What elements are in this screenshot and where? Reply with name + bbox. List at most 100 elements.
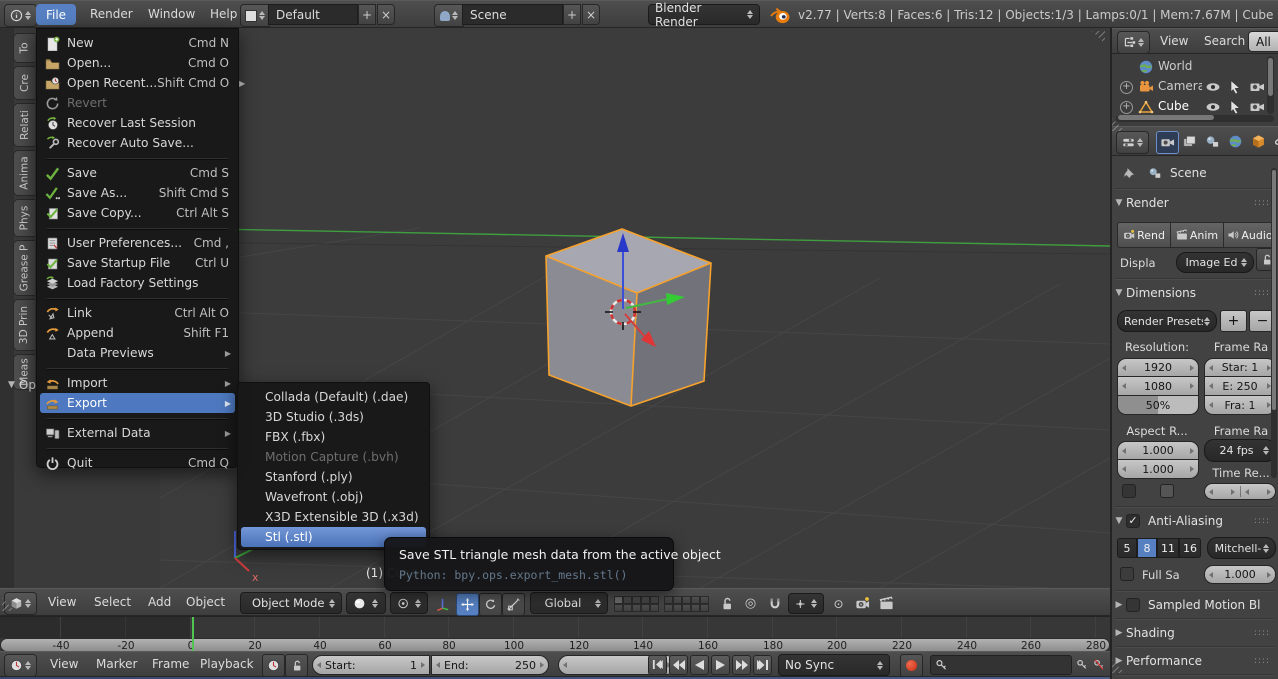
samples-5-button[interactable]: 5 [1117,538,1137,558]
editor-type-selector[interactable] [4,592,37,615]
samples-11-button[interactable]: 11 [1157,538,1179,558]
rotate-manipulator-button[interactable] [479,593,502,616]
properties-vscrollbar[interactable] [1271,168,1277,478]
manipulator-axis-icon[interactable] [432,593,453,614]
tab-relations[interactable]: Relati [13,103,35,147]
menu-help[interactable]: Help [210,7,237,21]
play-reverse-button[interactable] [690,655,709,675]
menu-item-open-recent[interactable]: Open Recent...Shift Cmd O▶ [40,73,235,93]
operator-panel-header[interactable]: ▼Op [8,378,36,392]
editor-type-selector[interactable] [4,654,37,677]
lock-time-button[interactable] [285,654,308,677]
menu-item-new[interactable]: NewCmd N [40,33,235,53]
close-scene-button[interactable]: × [582,4,600,25]
expand-icon[interactable]: + [1120,101,1133,114]
aspect-y-field[interactable]: 1.000 [1117,460,1199,479]
render-layers-tab-icon[interactable] [1179,131,1200,152]
menu-window[interactable]: Window [148,7,195,21]
scene-tab-icon[interactable] [1202,131,1223,152]
keying-set-field[interactable] [930,655,1072,675]
auto-keyframe-record-button[interactable] [900,654,923,677]
menu-frame[interactable]: Frame [152,657,189,671]
prev-keyframe-button[interactable] [669,655,688,675]
menu-item-append[interactable]: AppendShift F1 [40,323,235,343]
submenu-item-ply[interactable]: Stanford (.ply) [241,467,426,487]
menu-marker[interactable]: Marker [96,657,137,671]
renderable-camera-icon[interactable] [1249,99,1265,115]
tab-3d-printing[interactable]: 3D Prin [13,299,35,351]
menu-item-quit[interactable]: QuitCmd Q [40,453,235,473]
insert-keyframe-button[interactable] [1074,655,1090,675]
menu-item-revert[interactable]: Revert [40,93,235,113]
add-scene-button[interactable]: + [563,4,581,25]
tab-tools[interactable]: To [13,33,35,63]
resolution-y-field[interactable]: 1080 [1117,377,1199,396]
outliner-row-world[interactable]: World [1112,57,1278,77]
crop-checkbox[interactable] [1160,484,1174,498]
viewport-shading-select[interactable] [346,592,386,614]
expand-icon[interactable]: + [1120,81,1133,94]
editor-type-selector[interactable] [1116,131,1149,154]
visibility-eye-icon[interactable] [1205,79,1221,95]
time-icon-button[interactable] [262,654,285,677]
object-tab-icon[interactable] [1248,131,1269,152]
outliner-row-camera[interactable]: + Camera [1112,77,1278,97]
selectable-cursor-icon[interactable] [1227,99,1243,115]
render-audio-button[interactable]: Audio [1224,222,1277,248]
render-panel-header[interactable]: ▼Render:::: [1112,192,1278,214]
menu-item-external-data[interactable]: External Data▶ [40,423,235,443]
menu-item-data-previews[interactable]: Data Previews▶ [40,343,235,363]
antialiasing-checkbox[interactable]: ✓ [1126,514,1140,528]
menu-file[interactable]: File [36,4,76,25]
delete-keyframe-button[interactable]: ⟍ [1091,655,1107,675]
render-presets-select[interactable]: Render Presets [1117,310,1217,332]
dimensions-panel-header[interactable]: ▼Dimensions:::: [1112,282,1278,304]
submenu-item-obj[interactable]: Wavefront (.obj) [241,487,426,507]
menu-search[interactable]: Search [1204,34,1245,48]
editor-type-selector[interactable] [4,4,37,27]
samples-8-button[interactable]: 8 [1137,538,1157,558]
screen-layout-name-field[interactable]: Default [268,4,358,25]
menu-item-recover-auto-save[interactable]: Recover Auto Save... [40,133,235,153]
sync-mode-select[interactable]: No Sync [778,654,890,676]
world-tab-icon[interactable] [1225,131,1246,152]
render-button[interactable]: Rend [1117,222,1171,248]
pivot-point-select[interactable] [390,592,428,614]
menu-add[interactable]: Add [148,595,171,609]
pin-icon[interactable] [1122,166,1136,180]
tab-physics[interactable]: Phys [13,199,35,237]
menu-item-open[interactable]: Open...Cmd O [40,53,235,73]
screen-layout-selector[interactable] [240,4,270,27]
layers-grid-right[interactable] [664,596,709,612]
menu-item-save-startup-file[interactable]: Save Startup FileCtrl U [40,253,235,273]
menu-item-import[interactable]: Import▶ [40,373,235,393]
menu-render[interactable]: Render [90,7,133,21]
mode-select[interactable]: Object Mode [240,592,342,614]
menu-item-link[interactable]: LinkCtrl Alt O [40,303,235,323]
close-layout-button[interactable]: × [377,4,395,25]
menu-select[interactable]: Select [94,595,131,609]
submenu-item-3ds[interactable]: 3D Studio (.3ds) [241,407,426,427]
frame-start-field[interactable]: Start:1 [312,655,430,675]
full-sample-checkbox[interactable] [1120,567,1134,581]
visibility-eye-icon[interactable] [1205,99,1221,115]
submenu-item-collada[interactable]: Collada (Default) (.dae) [241,387,426,407]
border-checkbox[interactable] [1122,484,1136,498]
add-layout-button[interactable]: + [358,4,376,25]
opengl-render-icon[interactable] [852,593,873,614]
menu-object[interactable]: Object [186,595,225,609]
tab-create[interactable]: Cre [13,66,35,100]
menu-item-export[interactable]: Export▶ [40,393,235,413]
outliner-vscrollbar[interactable] [1267,56,1274,114]
translate-manipulator-button[interactable] [456,593,479,616]
submenu-item-x3d[interactable]: X3D Extensible 3D (.x3d) [241,507,426,527]
render-tab-icon[interactable] [1156,131,1179,154]
tab-animation[interactable]: Anima [13,150,35,196]
filter-size-field[interactable]: 1.000 [1204,565,1276,584]
menu-item-recover-last-session[interactable]: Recover Last Session [40,113,235,133]
render-animation-button[interactable]: Anim [1171,222,1224,248]
timeline-ruler[interactable]: -40-200204060801001201401601802002202402… [0,616,1110,652]
shading-panel-header[interactable]: ▶Shading:::: [1112,622,1278,644]
menu-item-save-copy[interactable]: Save Copy...Ctrl Alt S [40,203,235,223]
motion-blur-checkbox[interactable] [1126,598,1140,612]
